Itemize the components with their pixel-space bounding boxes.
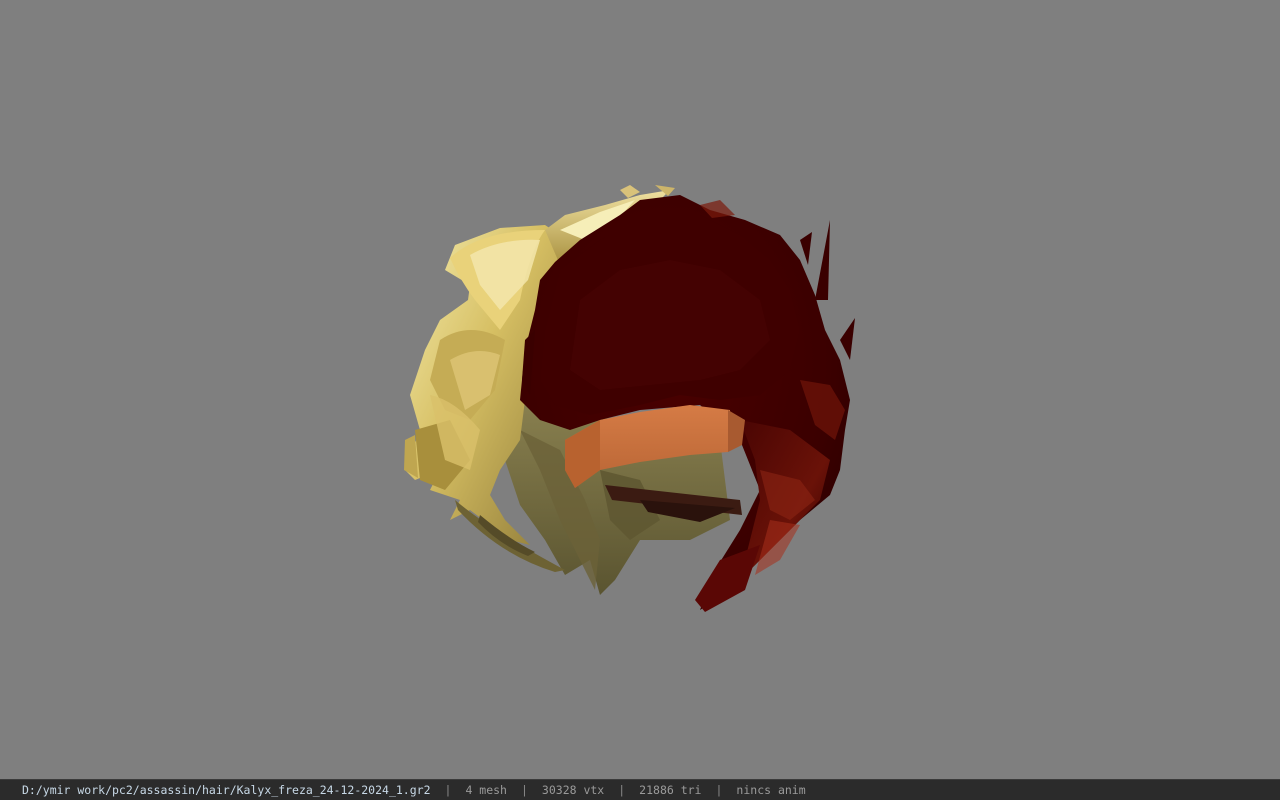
separator: | bbox=[444, 783, 452, 797]
animation-status: nincs anim bbox=[736, 783, 806, 797]
vertex-count: 30328 vtx bbox=[541, 783, 605, 797]
mesh-count: 4 mesh bbox=[465, 783, 507, 797]
file-path: D:/ymir work/pc2/assassin/hair/Kalyx_fre… bbox=[22, 783, 431, 797]
hair-model[interactable] bbox=[0, 0, 1280, 779]
separator: | bbox=[618, 783, 626, 797]
separator: | bbox=[715, 783, 723, 797]
triangle-count: 21886 tri bbox=[639, 783, 702, 797]
status-bar: D:/ymir work/pc2/assassin/hair/Kalyx_fre… bbox=[0, 779, 1280, 800]
separator: | bbox=[520, 783, 528, 797]
3d-viewport[interactable] bbox=[0, 0, 1280, 779]
